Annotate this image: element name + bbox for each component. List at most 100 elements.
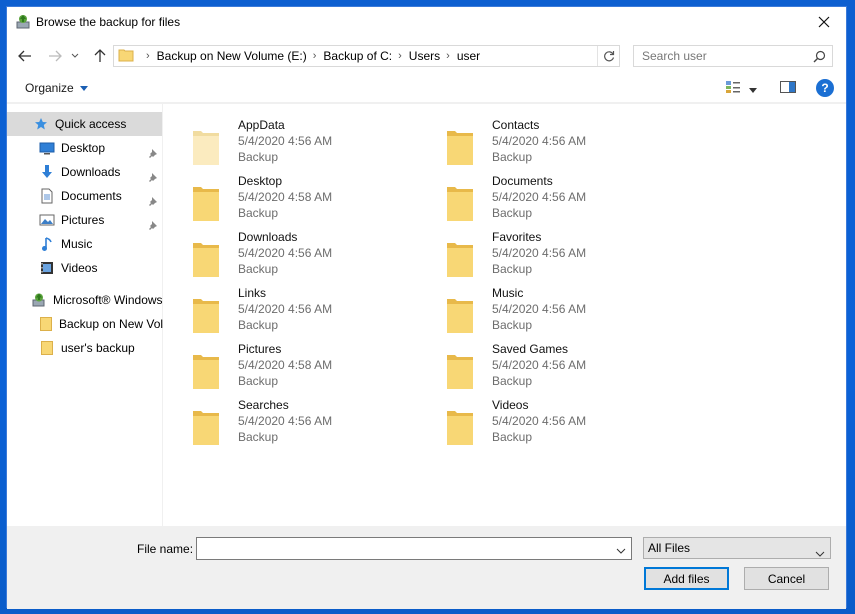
folder-icon [445, 127, 475, 170]
file-date: 5/4/2020 4:56 AM [238, 134, 333, 148]
file-type: Backup [492, 206, 533, 220]
close-icon [818, 16, 830, 28]
file-item[interactable]: Contacts 5/4/2020 4:56 AM Backup [419, 117, 669, 171]
folder-icon [445, 239, 475, 282]
pin-icon[interactable] [148, 147, 160, 159]
file-name: Saved Games [492, 342, 569, 356]
sidebar-item-videos[interactable]: Videos [7, 256, 162, 280]
up-button[interactable] [90, 47, 110, 65]
file-name: AppData [238, 118, 285, 132]
file-date: 5/4/2020 4:58 AM [238, 358, 333, 372]
file-item[interactable]: Music 5/4/2020 4:56 AM Backup [419, 285, 669, 339]
file-date: 5/4/2020 4:56 AM [492, 302, 587, 316]
recent-locations-button[interactable] [69, 47, 81, 65]
change-view-button[interactable] [725, 80, 741, 97]
file-name: Music [492, 286, 524, 300]
pin-icon[interactable] [148, 219, 160, 231]
organize-label: Organize [25, 81, 74, 95]
sidebar-item-downloads[interactable]: Downloads [7, 160, 162, 184]
help-button[interactable]: ? [816, 79, 834, 97]
content-area: Quick access Desktop Downloads Documents [7, 104, 846, 526]
file-date: 5/4/2020 4:56 AM [492, 246, 587, 260]
file-item[interactable]: Pictures 5/4/2020 4:58 AM Backup [165, 341, 415, 395]
pictures-icon [39, 212, 55, 228]
folder-icon [191, 295, 221, 338]
sidebar-item-desktop[interactable]: Desktop [7, 136, 162, 160]
file-type: Backup [238, 374, 279, 388]
file-date: 5/4/2020 4:56 AM [492, 358, 587, 372]
file-type: Backup [492, 430, 533, 444]
sidebar-item-label: Videos [61, 261, 98, 275]
folder-icon [191, 183, 221, 226]
folder-icon [39, 340, 55, 356]
sidebar-item-quick-access[interactable]: Quick access [7, 112, 162, 136]
file-name: Desktop [238, 174, 283, 188]
forward-button[interactable] [45, 47, 65, 65]
file-item[interactable]: Saved Games 5/4/2020 4:56 AM Backup [419, 341, 669, 395]
up-arrow-icon [94, 49, 106, 62]
file-item[interactable]: Links 5/4/2020 4:56 AM Backup [165, 285, 415, 339]
breadcrumb-item[interactable]: Users [409, 49, 440, 63]
view-menu-button[interactable] [749, 82, 757, 96]
star-icon [33, 116, 49, 132]
sidebar-item-label: Documents [61, 189, 122, 203]
file-item[interactable]: AppData 5/4/2020 4:56 AM Backup [165, 117, 415, 171]
chevron-right-icon: › [398, 50, 402, 62]
file-name: Contacts [492, 118, 540, 132]
file-item[interactable]: Downloads 5/4/2020 4:56 AM Backup [165, 229, 415, 283]
cancel-button[interactable]: Cancel [744, 567, 829, 590]
folder-icon [445, 295, 475, 338]
filter-dropdown-toggle[interactable] [815, 543, 825, 563]
chevron-down-icon [616, 548, 626, 554]
file-item[interactable]: Desktop 5/4/2020 4:58 AM Backup [165, 173, 415, 227]
file-date: 5/4/2020 4:56 AM [238, 414, 333, 428]
sidebar-item-pictures[interactable]: Pictures [7, 208, 162, 232]
breadcrumb-item[interactable]: Backup on New Volume (E:) [157, 49, 307, 63]
sidebar-item-backup-root[interactable]: Microsoft® Windows [7, 288, 163, 312]
sidebar-item-documents[interactable]: Documents [7, 184, 162, 208]
close-button[interactable] [802, 7, 846, 37]
back-button[interactable] [15, 47, 35, 65]
chevron-down-icon [815, 551, 825, 557]
title-bar: Browse the backup for files [7, 7, 846, 37]
search-input[interactable]: Search user [633, 45, 833, 67]
caret-down-icon [79, 85, 88, 91]
pin-icon[interactable] [148, 195, 160, 207]
file-name-input[interactable] [196, 537, 632, 560]
pin-icon[interactable] [148, 171, 160, 183]
breadcrumb-item[interactable]: user [457, 49, 480, 63]
forward-arrow-icon [49, 50, 62, 62]
sidebar-item-label: Pictures [61, 213, 105, 227]
address-bar[interactable]: › Backup on New Volume (E:) › Backup of … [113, 45, 620, 67]
add-files-button[interactable]: Add files [644, 567, 729, 590]
file-type: Backup [492, 318, 533, 332]
file-name-history-dropdown[interactable] [616, 543, 626, 557]
organize-menu-button[interactable]: Organize [25, 81, 88, 95]
file-type-filter-select[interactable]: All Files [643, 537, 831, 559]
preview-pane-icon [780, 81, 796, 93]
file-item[interactable]: Documents 5/4/2020 4:56 AM Backup [419, 173, 669, 227]
file-type: Backup [492, 262, 533, 276]
file-type: Backup [238, 318, 279, 332]
caret-down-icon [749, 88, 757, 93]
breadcrumb-item[interactable]: Backup of C: [323, 49, 392, 63]
file-item[interactable]: Favorites 5/4/2020 4:56 AM Backup [419, 229, 669, 283]
sidebar-item-backup-volume[interactable]: Backup on New Vol [7, 312, 163, 336]
file-list: AppData 5/4/2020 4:56 AM Backup Contacts 5/4… [165, 104, 846, 526]
file-item[interactable]: Searches 5/4/2020 4:56 AM Backup [165, 397, 415, 451]
folder-icon [191, 127, 221, 170]
file-item[interactable]: Videos 5/4/2020 4:56 AM Backup [419, 397, 669, 451]
desktop-icon [39, 140, 55, 156]
file-name: Videos [492, 398, 529, 412]
sidebar-item-user-backup[interactable]: user's backup [7, 336, 163, 360]
music-icon [39, 236, 55, 252]
sidebar-item-label: Microsoft® Windows [53, 293, 163, 307]
file-name: Downloads [238, 230, 298, 244]
folder-icon [118, 48, 134, 65]
sidebar-item-music[interactable]: Music [7, 232, 162, 256]
file-date: 5/4/2020 4:56 AM [492, 134, 587, 148]
search-icon [813, 49, 826, 69]
chevron-right-icon: › [312, 50, 317, 62]
preview-pane-button[interactable] [780, 81, 796, 96]
refresh-button[interactable] [597, 46, 619, 66]
